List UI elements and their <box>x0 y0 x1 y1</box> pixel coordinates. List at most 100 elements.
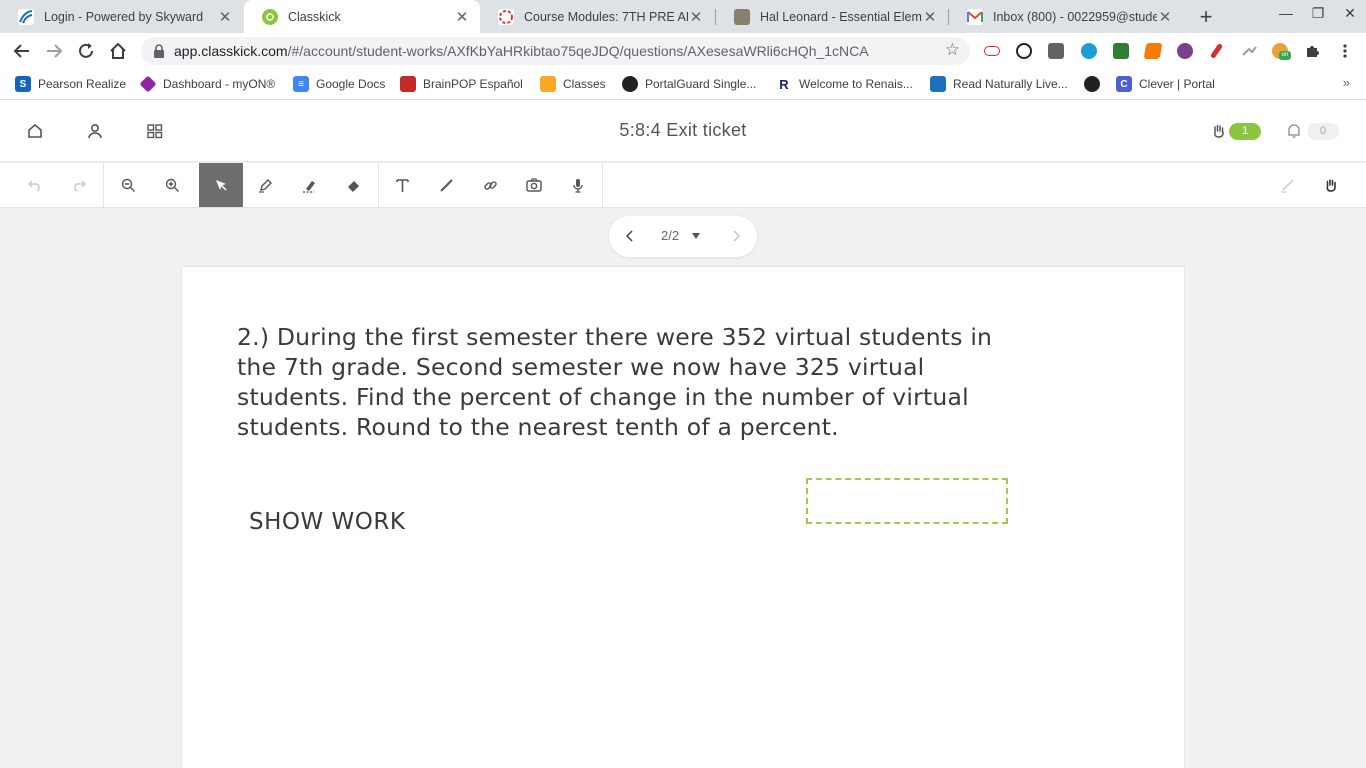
select-tool-button[interactable] <box>199 163 243 207</box>
line-tool-button[interactable] <box>424 163 468 207</box>
brainpop-icon <box>400 76 416 92</box>
hand-pan-button[interactable] <box>1309 163 1353 207</box>
bookmark-label: Classes <box>563 77 606 91</box>
stylus-icon <box>1280 178 1294 193</box>
bookmark-globe[interactable] <box>1084 76 1107 92</box>
zoom-out-button[interactable] <box>106 163 150 207</box>
worksheet-page[interactable]: 2.) During the first semester there were… <box>181 266 1185 768</box>
tab-title: Inbox (800) - 0022959@student <box>993 9 1157 24</box>
question-text: 2.) During the first semester there were… <box>237 323 993 441</box>
extensions-puzzle-icon[interactable] <box>1304 43 1320 59</box>
restore-icon[interactable]: ❐ <box>1306 5 1330 22</box>
camera-tool-button[interactable] <box>512 163 556 207</box>
extension-arrows-icon[interactable] <box>1241 43 1257 59</box>
renaissance-icon: R <box>776 76 792 92</box>
back-icon[interactable] <box>10 39 34 63</box>
page-title: 5:8:4 Exit ticket <box>619 120 747 140</box>
zoom-in-button[interactable] <box>150 163 194 207</box>
extension-orange-icon[interactable] <box>1143 43 1163 59</box>
extension-pen-icon[interactable] <box>1209 43 1224 59</box>
browser-toolbar: app.classkick.com/#/account/student-work… <box>0 33 1366 69</box>
pointer-icon <box>216 180 227 191</box>
eraser-tool-button[interactable] <box>331 163 375 207</box>
camera-icon <box>526 178 542 192</box>
text-tool-button[interactable] <box>380 163 424 207</box>
bookmark-brainpop[interactable]: BrainPOP Español <box>400 76 523 92</box>
undo-icon <box>28 180 40 192</box>
tab-title: Hal Leonard - Essential Elements <box>760 9 922 24</box>
close-icon[interactable]: ✕ <box>217 8 233 26</box>
zoom-out-icon <box>121 178 135 192</box>
answer-input-box[interactable] <box>806 478 1008 524</box>
close-icon[interactable]: ✕ <box>922 8 938 26</box>
microphone-tool-button[interactable] <box>556 163 600 207</box>
browser-menu-icon[interactable] <box>1337 43 1353 59</box>
skyward-icon <box>18 8 34 25</box>
bookmark-star-icon[interactable]: ☆ <box>945 40 960 60</box>
url-path: /#/account/student-works/AXfKbYaHRkibtao… <box>287 43 869 59</box>
tab-course-modules[interactable]: Course Modules: 7TH PRE ALGEBRA ✕ <box>480 0 714 33</box>
bookmark-renaissance[interactable]: R Welcome to Renais... <box>776 76 913 92</box>
bookmark-classes[interactable]: Classes <box>540 76 606 92</box>
bookmark-clever[interactable]: C Clever | Portal <box>1116 76 1215 92</box>
reload-icon[interactable] <box>74 39 98 63</box>
bookmark-label: Pearson Realize <box>38 77 127 91</box>
tab-title: Classkick <box>288 9 341 24</box>
redo-button[interactable] <box>57 163 101 207</box>
forward-icon[interactable] <box>42 39 66 63</box>
extension-circle-icon[interactable] <box>1016 43 1032 59</box>
address-bar[interactable]: app.classkick.com/#/account/student-work… <box>141 37 970 65</box>
notification-count-badge[interactable]: 0 <box>1307 123 1339 140</box>
tab-classkick[interactable]: Classkick ✕ <box>244 0 480 33</box>
text-icon <box>395 178 409 192</box>
extension-on-icon[interactable]: on <box>1272 43 1291 60</box>
chevron-right-icon[interactable] <box>728 228 744 244</box>
pen-icon <box>258 178 272 193</box>
new-tab-button[interactable]: + <box>1194 4 1218 30</box>
url-text: app.classkick.com/#/account/student-work… <box>174 43 869 59</box>
bookmark-label: PortalGuard Single... <box>645 77 757 91</box>
globe-icon <box>1084 76 1100 92</box>
extension-blue-icon[interactable] <box>1081 43 1097 59</box>
extension-purple-icon[interactable] <box>1177 43 1193 59</box>
minimize-icon[interactable]: — <box>1274 5 1298 21</box>
extension-green-icon[interactable] <box>1113 43 1129 59</box>
window-close-icon[interactable]: ✕ <box>1338 5 1362 22</box>
home-icon[interactable] <box>106 39 130 63</box>
extension-broadcast-icon[interactable] <box>984 46 1000 56</box>
bookmark-read-naturally[interactable]: Read Naturally Live... <box>930 76 1068 92</box>
tab-skyward[interactable]: Login - Powered by Skyward ✕ <box>0 0 243 33</box>
help-count-badge[interactable]: 1 <box>1229 123 1261 140</box>
close-icon[interactable]: ✕ <box>1157 8 1173 26</box>
bookmarks-overflow-icon[interactable]: » <box>1343 75 1350 90</box>
hal-leonard-icon <box>734 8 750 25</box>
bookmark-myon[interactable]: Dashboard - myON® <box>139 75 275 93</box>
bell-icon[interactable] <box>1284 121 1304 141</box>
redo-icon <box>74 180 86 192</box>
undo-button[interactable] <box>13 163 57 207</box>
bookmark-google-docs[interactable]: ≡ Google Docs <box>293 76 385 92</box>
gmail-icon <box>967 8 983 25</box>
hand-icon <box>1326 179 1336 192</box>
globe-icon <box>622 76 638 92</box>
toolbar-divider <box>602 163 603 207</box>
clever-icon: C <box>1116 76 1132 92</box>
chevron-left-icon[interactable] <box>622 228 638 244</box>
stylus-button[interactable] <box>1265 163 1309 207</box>
extension-box-icon[interactable] <box>1048 43 1064 59</box>
raise-hand-icon[interactable] <box>1209 121 1229 141</box>
page-count[interactable]: 2/2 <box>661 228 679 243</box>
eraser-icon <box>347 180 359 192</box>
chevron-down-icon[interactable] <box>692 233 700 239</box>
tab-hal-leonard[interactable]: Hal Leonard - Essential Elements ✕ <box>716 0 948 33</box>
toolbar-divider <box>103 163 104 207</box>
bookmark-portalguard[interactable]: PortalGuard Single... <box>622 76 756 92</box>
tab-gmail[interactable]: Inbox (800) - 0022959@student ✕ <box>949 0 1183 33</box>
microphone-icon <box>573 178 583 193</box>
close-icon[interactable]: ✕ <box>454 8 470 26</box>
link-tool-button[interactable] <box>468 163 512 207</box>
bookmark-pearson[interactable]: S Pearson Realize <box>15 76 126 92</box>
close-icon[interactable]: ✕ <box>688 8 704 26</box>
highlighter-tool-button[interactable] <box>287 163 331 207</box>
pen-tool-button[interactable] <box>243 163 287 207</box>
